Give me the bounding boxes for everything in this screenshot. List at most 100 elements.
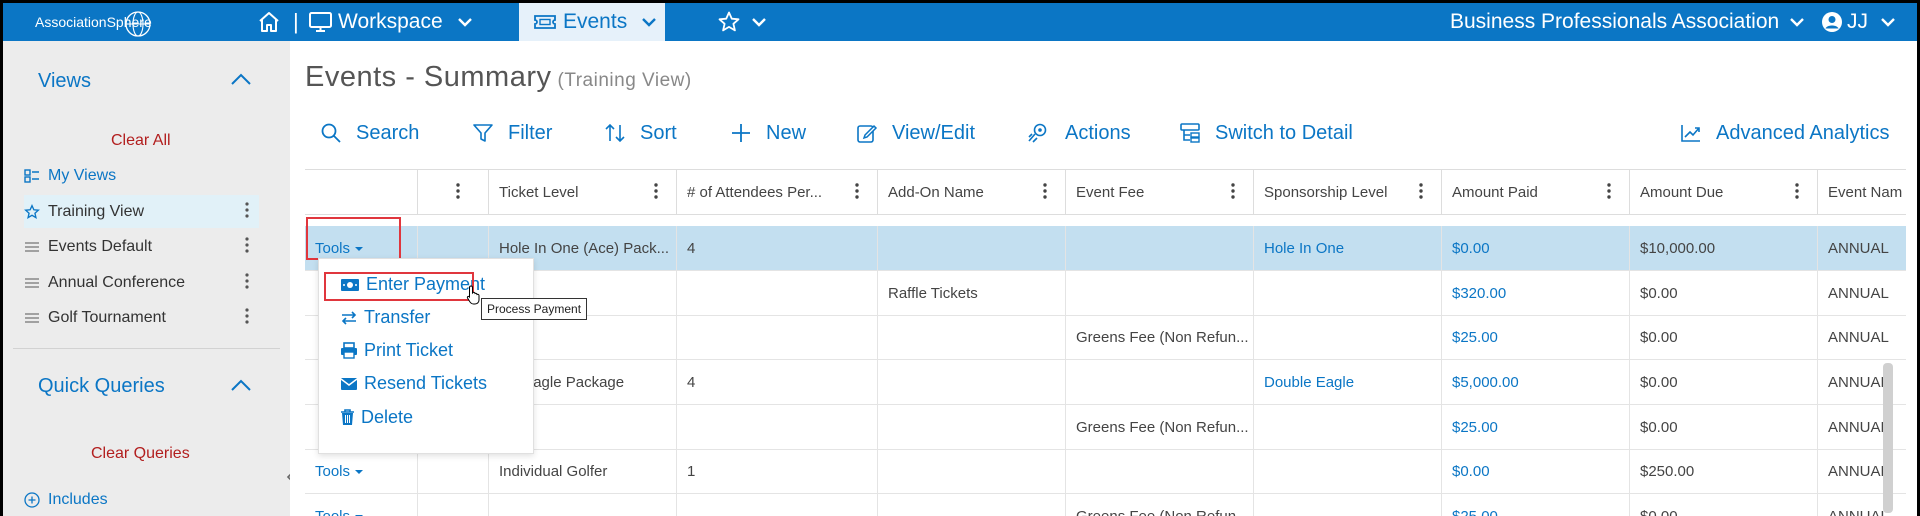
kebab-menu-icon[interactable] xyxy=(456,183,460,199)
user-avatar-icon xyxy=(1822,12,1842,32)
chevron-down-icon xyxy=(642,18,657,27)
sidebar-item-includes[interactable]: Includes xyxy=(24,483,259,516)
sidebar-item-label: Training View xyxy=(48,202,145,220)
switch-to-detail-button[interactable]: Switch to Detail xyxy=(1179,119,1353,147)
ticket-icon xyxy=(534,15,556,29)
kebab-menu-icon[interactable] xyxy=(855,183,859,199)
cell-amount-paid[interactable]: $25.00 xyxy=(1442,315,1630,360)
cell-add-on-name xyxy=(878,494,1066,516)
sidebar-item-events-default[interactable]: Events Default xyxy=(24,230,259,263)
column-header-add-on-name[interactable]: Add-On Name xyxy=(878,170,1066,215)
user-menu[interactable]: JJ xyxy=(1821,3,1896,41)
favorites-menu[interactable] xyxy=(717,3,767,41)
kebab-menu-icon[interactable] xyxy=(245,273,249,289)
plus-icon xyxy=(732,124,750,142)
sidebar-item-my-views[interactable]: My Views xyxy=(24,159,259,192)
table-row[interactable]: Greens Fee (Non Refun... $25.00 $0.00 ANNUA… xyxy=(305,405,1906,450)
clear-all-link[interactable]: Clear All xyxy=(111,132,171,150)
table-scrollbar[interactable] xyxy=(1883,363,1893,513)
kebab-menu-icon[interactable] xyxy=(1795,183,1799,199)
cell-amount-paid[interactable]: $25.00 xyxy=(1442,494,1630,516)
tab-events[interactable]: Events xyxy=(519,3,665,41)
transfer-arrows-icon xyxy=(341,310,357,325)
new-button[interactable]: New xyxy=(730,119,806,147)
table-row[interactable]: Tools Hole In One (Ace) Pack... 4 Hole In O… xyxy=(305,226,1906,271)
tools-dropdown-button[interactable]: Tools xyxy=(315,463,364,480)
column-header-label: Add-On Name xyxy=(888,183,984,201)
app-logo[interactable]: AssociationSphere xyxy=(31,8,155,38)
cell-event-fee: Greens Fee (Non Refun... xyxy=(1066,405,1254,450)
page-title: Events - Summary (Training View) xyxy=(305,61,692,94)
cell-sponsorship-level[interactable] xyxy=(1254,271,1442,316)
advanced-analytics-button[interactable]: Advanced Analytics xyxy=(1680,119,1889,147)
table-row[interactable]: Greens Fee (Non Refun... $25.00 $0.00 ANNUA… xyxy=(305,315,1906,360)
column-header-amount-due[interactable]: Amount Due xyxy=(1630,170,1818,215)
menu-item-resend-tickets[interactable]: Resend Tickets xyxy=(340,373,487,394)
drag-handle-icon xyxy=(24,277,40,289)
cell-amount-paid[interactable]: $320.00 xyxy=(1442,271,1630,316)
kebab-menu-icon[interactable] xyxy=(245,202,249,218)
column-header-menu[interactable] xyxy=(418,170,489,215)
cell-sponsorship-level[interactable] xyxy=(1254,449,1442,494)
sidebar-item-golf-tournament[interactable]: Golf Tournament xyxy=(24,301,259,334)
tools-dropdown-button[interactable]: Tools xyxy=(315,508,364,516)
menu-item-print-ticket[interactable]: Print Ticket xyxy=(340,340,453,361)
monitor-icon xyxy=(309,12,332,32)
cell-amount-due: $0.00 xyxy=(1630,494,1818,516)
filter-button[interactable]: Filter xyxy=(472,119,552,147)
star-icon xyxy=(24,203,40,220)
kebab-menu-icon[interactable] xyxy=(1419,183,1423,199)
home-button[interactable] xyxy=(257,3,281,41)
cell-amount-paid[interactable]: $0.00 xyxy=(1442,226,1630,271)
cell-add-on-name xyxy=(878,315,1066,360)
column-header-event-fee[interactable]: Event Fee xyxy=(1066,170,1254,215)
search-label: Search xyxy=(356,121,420,144)
kebab-menu-icon[interactable] xyxy=(245,308,249,324)
column-header-amount-paid[interactable]: Amount Paid xyxy=(1442,170,1630,215)
table-row[interactable]: Tools Individual Golfer 1 $0.00 $250.00 ANNUA… xyxy=(305,449,1906,494)
cell-sponsorship-level[interactable] xyxy=(1254,315,1442,360)
cell-sponsorship-level[interactable] xyxy=(1254,494,1442,516)
chevron-up-icon[interactable] xyxy=(229,71,253,87)
column-header-label: Amount Paid xyxy=(1452,183,1538,201)
kebab-menu-icon[interactable] xyxy=(1607,183,1611,199)
column-header-sponsorship-level[interactable]: Sponsorship Level xyxy=(1254,170,1442,215)
column-header-event-name[interactable]: Event Nam xyxy=(1818,170,1906,215)
view-edit-button[interactable]: View/Edit xyxy=(856,119,975,147)
sort-button[interactable]: Sort xyxy=(604,119,677,147)
cell-sponsorship-level[interactable]: Double Eagle xyxy=(1254,360,1442,405)
cell-amount-paid[interactable]: $5,000.00 xyxy=(1442,360,1630,405)
chevron-up-icon[interactable] xyxy=(229,377,253,393)
column-header-ticket-level[interactable]: Ticket Level xyxy=(489,170,677,215)
page-title-text: Events - Summary xyxy=(305,61,552,93)
cell-amount-paid[interactable]: $25.00 xyxy=(1442,405,1630,450)
kebab-menu-icon[interactable] xyxy=(1231,183,1235,199)
organization-menu[interactable]: Business Professionals Association xyxy=(1450,3,1805,41)
user-initials: JJ xyxy=(1847,10,1868,33)
kebab-menu-icon[interactable] xyxy=(1043,183,1047,199)
cell-sponsorship-level[interactable] xyxy=(1254,405,1442,450)
cell-event-fee xyxy=(1066,271,1254,316)
table-row[interactable]: Tools Greens Fee (Non Refun... $25.00$0.00… xyxy=(305,494,1906,516)
menu-item-transfer[interactable]: Transfer xyxy=(340,307,430,328)
menu-item-delete[interactable]: Delete xyxy=(340,407,413,428)
cell-sponsorship-level[interactable]: Hole In One xyxy=(1254,226,1442,271)
kebab-menu-icon[interactable] xyxy=(245,237,249,253)
search-button[interactable]: Search xyxy=(320,119,419,147)
sidebar-item-training-view[interactable]: Training View xyxy=(24,195,259,228)
table-row[interactable]: ble Eagle Package 4 Double Eagle $5,000.00 $… xyxy=(305,360,1906,405)
actions-button[interactable]: Actions xyxy=(1027,119,1131,147)
cell-attendees: 4 xyxy=(677,226,878,271)
cell-amount-due: $0.00 xyxy=(1630,315,1818,360)
cell-amount-paid[interactable]: $0.00 xyxy=(1442,449,1630,494)
clear-queries-link[interactable]: Clear Queries xyxy=(91,445,190,463)
actions-icon xyxy=(1028,123,1047,143)
column-header-attendees[interactable]: # of Attendees Per... xyxy=(677,170,878,215)
kebab-menu-icon[interactable] xyxy=(654,183,658,199)
caret-down-icon xyxy=(355,469,364,474)
menu-item-label: Delete xyxy=(361,407,414,427)
sidebar-item-annual-conference[interactable]: Annual Conference xyxy=(24,266,259,299)
menu-item-label: Transfer xyxy=(364,307,431,327)
column-header-tools xyxy=(305,170,418,215)
workspace-menu[interactable]: Workspace xyxy=(308,3,473,41)
